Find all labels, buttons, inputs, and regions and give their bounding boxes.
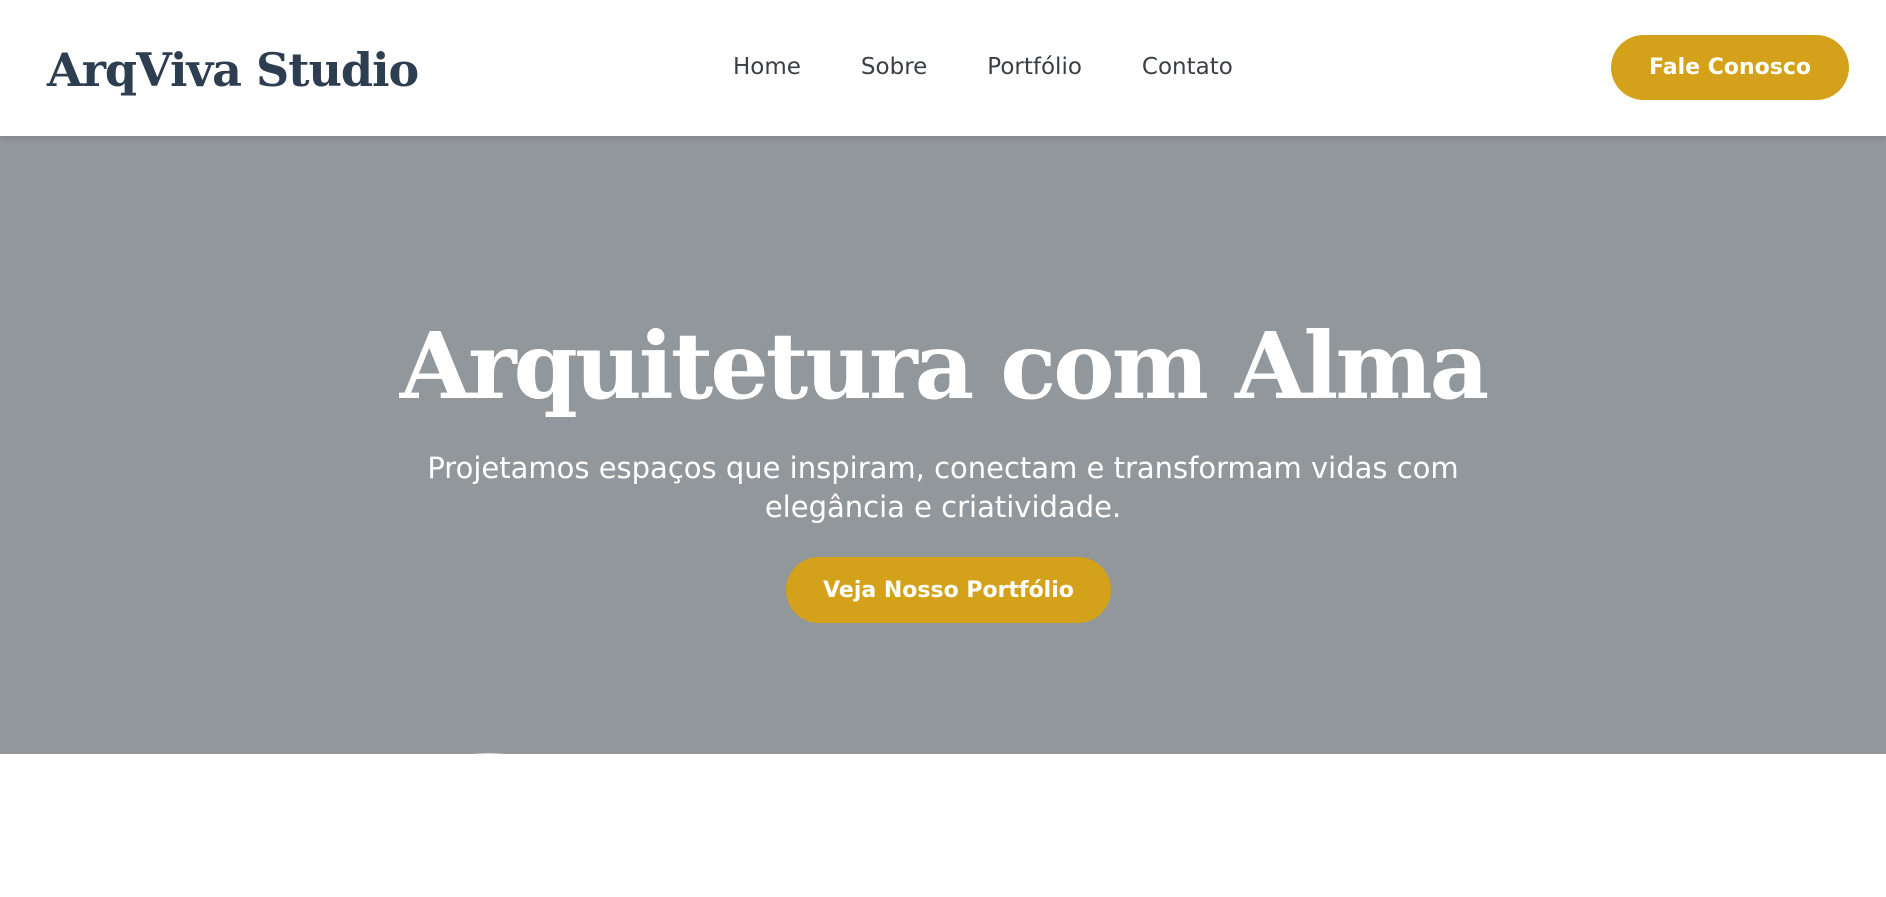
page: ArqViva Studio Home Sobre Portfólio Cont… <box>0 0 1886 897</box>
brand-logo[interactable]: ArqViva Studio <box>47 38 419 102</box>
nav-link-sobre[interactable]: Sobre <box>861 50 927 84</box>
nav-link-contato[interactable]: Contato <box>1142 50 1233 84</box>
hero-subtitle: Projetamos espaços que inspiram, conecta… <box>427 451 1459 524</box>
hero-background-fill <box>0 136 1886 754</box>
main-nav: Home Sobre Portfólio Contato <box>733 50 1233 84</box>
site-header: ArqViva Studio Home Sobre Portfólio Cont… <box>0 0 1886 136</box>
nav-link-home[interactable]: Home <box>733 50 801 84</box>
nav-link-portfolio[interactable]: Portfólio <box>987 50 1082 84</box>
hero-background-shape <box>0 136 1886 754</box>
contact-us-button[interactable]: Fale Conosco <box>1611 35 1849 100</box>
hero-title: Arquitetura com Alma <box>399 312 1490 420</box>
view-portfolio-button[interactable]: Veja Nosso Portfólio <box>786 557 1111 623</box>
hero-section: Arquitetura com Alma Projetamos espaços … <box>0 136 1886 754</box>
